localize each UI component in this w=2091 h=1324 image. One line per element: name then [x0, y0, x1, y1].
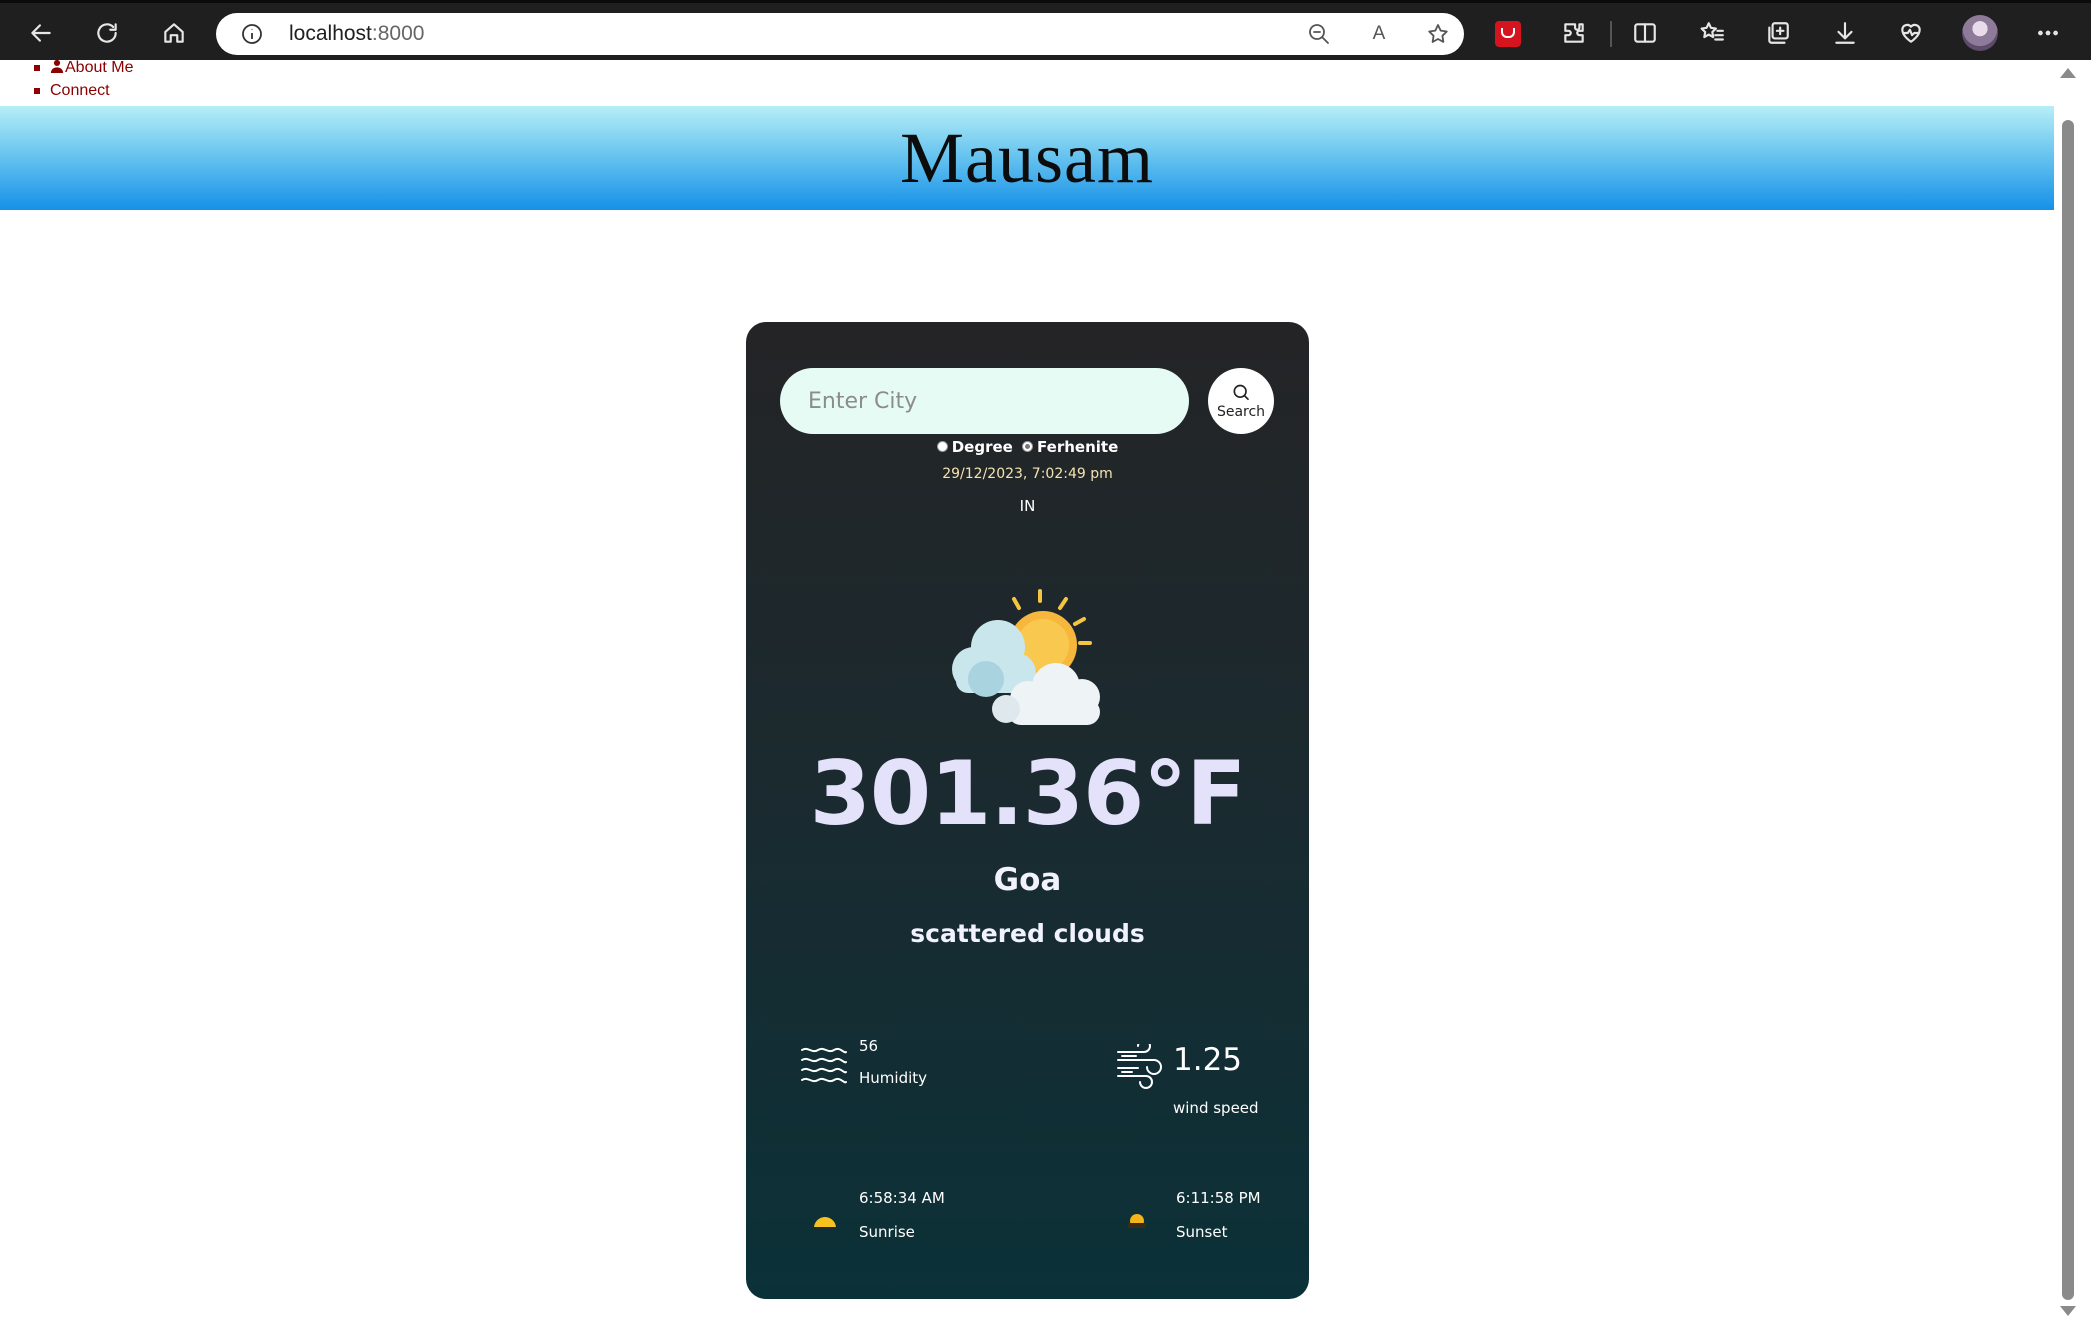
wind-speed-value: 1.25	[1173, 1042, 1243, 1078]
search-button[interactable]: Search	[1208, 368, 1274, 434]
degree-radio[interactable]	[936, 441, 948, 452]
partly-cloudy-icon	[952, 589, 1100, 725]
nav-item-label: About Me	[65, 59, 134, 76]
extension-shield-icon[interactable]	[1495, 21, 1521, 47]
header-banner: Mausam	[0, 106, 2054, 210]
unit-selector: Degree Ferhenite	[746, 438, 1309, 456]
humidity-waves-icon	[800, 1044, 848, 1092]
scrollbar-thumb[interactable]	[2062, 120, 2074, 1300]
wind-icon	[1116, 1039, 1164, 1094]
humidity-value: 56	[859, 1037, 879, 1055]
humidity-label: Humidity	[859, 1069, 928, 1087]
read-aloud-icon[interactable]: A	[1366, 21, 1392, 47]
nav-item-label: Connect	[50, 82, 110, 99]
url-port: :8000	[371, 22, 425, 45]
browser-essentials-icon[interactable]	[1891, 15, 1931, 51]
weather-card: Search Degree Ferhenite 29/12/2023, 7:02…	[746, 322, 1309, 1299]
toolbar-divider	[1610, 21, 1612, 47]
degree-label: Degree	[951, 438, 1013, 456]
sunset-label: Sunset	[1176, 1223, 1228, 1241]
url-text[interactable]: localhost:8000	[289, 22, 424, 46]
collections-icon[interactable]	[1758, 15, 1798, 51]
sunrise-label: Sunrise	[859, 1223, 915, 1241]
nav-item-connect[interactable]: Connect	[0, 79, 133, 102]
sunset-icon	[1128, 1214, 1146, 1228]
favorites-list-icon[interactable]	[1692, 15, 1732, 51]
wind-speed-label: wind speed	[1173, 1099, 1259, 1117]
scroll-down-arrow-icon[interactable]	[2060, 1306, 2076, 1316]
nav-list: About Me Connect	[0, 56, 133, 102]
browser-toolbar: localhost:8000 A	[0, 0, 2091, 60]
extensions-puzzle-icon[interactable]	[1554, 15, 1594, 51]
more-menu-icon[interactable]	[2028, 15, 2068, 51]
fahrenheit-radio[interactable]	[1022, 441, 1034, 452]
back-icon[interactable]	[21, 15, 61, 51]
country-code: IN	[1019, 497, 1036, 515]
weather-description: scattered clouds	[910, 919, 1145, 948]
fahrenheit-label: Ferhenite	[1037, 438, 1119, 456]
nav-item-about-me[interactable]: About Me	[0, 56, 133, 79]
temperature: 301.36°F	[809, 742, 1247, 845]
site-title: Mausam	[900, 117, 1154, 198]
favorite-star-icon[interactable]	[1425, 21, 1451, 47]
split-screen-icon[interactable]	[1625, 15, 1665, 51]
city-search-input[interactable]	[780, 368, 1189, 434]
read-aloud-label: A	[1372, 23, 1386, 44]
sunset-time: 6:11:58 PM	[1176, 1189, 1261, 1207]
zoom-out-icon[interactable]	[1306, 21, 1332, 47]
sunrise-time: 6:58:34 AM	[859, 1189, 945, 1207]
page-scrollbar[interactable]	[2054, 60, 2091, 1324]
city-name: Goa	[993, 862, 1062, 898]
home-icon[interactable]	[154, 15, 194, 51]
address-bar[interactable]: localhost:8000 A	[216, 13, 1464, 55]
scroll-up-arrow-icon[interactable]	[2060, 68, 2076, 78]
search-icon	[1233, 384, 1250, 400]
url-host: localhost	[289, 22, 372, 45]
downloads-icon[interactable]	[1825, 15, 1865, 51]
user-icon	[50, 57, 64, 73]
date-time: 29/12/2023, 7:02:49 pm	[942, 466, 1113, 482]
profile-avatar[interactable]	[1962, 15, 1998, 51]
site-info-icon[interactable]	[240, 22, 264, 46]
sunrise-icon	[813, 1217, 837, 1229]
refresh-icon[interactable]	[87, 15, 127, 51]
search-button-label: Search	[1216, 403, 1266, 420]
